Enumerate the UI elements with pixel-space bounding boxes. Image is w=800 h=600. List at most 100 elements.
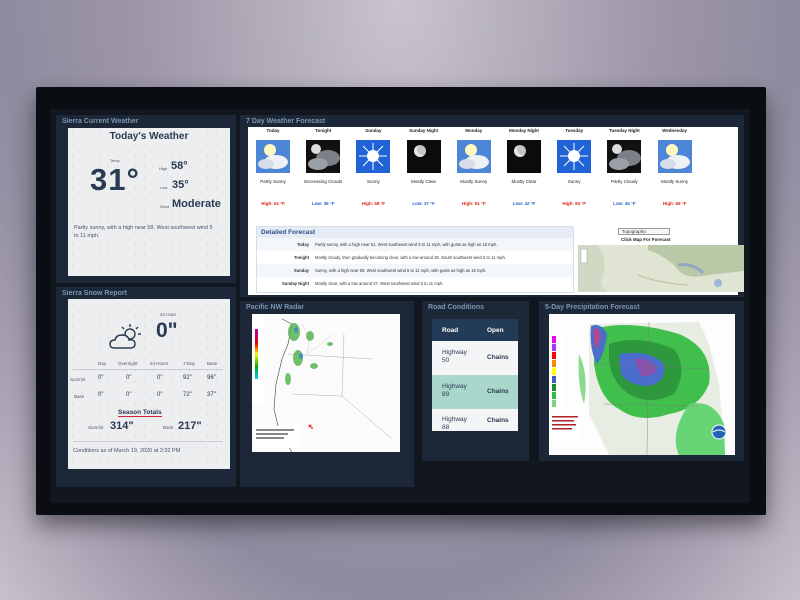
season-summit-label: Summit	[88, 425, 104, 430]
forecast-day-temp: Low: 36 °F	[311, 201, 335, 206]
detailed-day: Sunday	[293, 268, 309, 273]
forecast-day[interactable]: Tuesday Sunny High: 60 °F	[549, 127, 599, 206]
today-weather-card: Today's Weather Temp 31° High 58° Low 35…	[68, 128, 230, 276]
summit-base: 96"	[207, 375, 216, 381]
today-weather-title: Today's Weather	[109, 131, 189, 142]
forecast-day-name: Tonight	[315, 128, 332, 133]
summit-overnight: 0"	[126, 375, 132, 381]
sunny-icon	[356, 140, 391, 173]
detailed-forecast-rows: Today Partly sunny, with a high near 61. …	[257, 238, 573, 290]
partly-cloudy-icon	[109, 324, 141, 349]
forecast-day[interactable]: Sunday Night Mostly Clear Low: 37 °F	[399, 127, 449, 206]
forecast-day[interactable]: Sunday Sunny High: 58 °F	[348, 127, 398, 206]
detailed-text: Mostly clear, with a low around 37. West…	[315, 281, 444, 286]
panel-title: Pacific NW Radar	[246, 304, 304, 311]
radar-map[interactable]	[252, 314, 400, 452]
forecast-day[interactable]: Monday Mostly Sunny High: 51 °F	[449, 127, 499, 206]
row-label-base: Base	[74, 394, 85, 399]
table-row[interactable]: Highway 88 Chains	[432, 409, 518, 431]
divider	[73, 369, 223, 370]
road-conditions-panel: Road Conditions Road Open Highway 50 Cha…	[422, 301, 529, 461]
detailed-forecast-row: Today Partly sunny, with a high near 61. …	[257, 238, 573, 251]
dashboard-screen: Sierra Current Weather Today's Weather T…	[50, 109, 750, 503]
season-base-label: Base	[163, 425, 174, 430]
base-overnight: 0"	[126, 392, 132, 398]
detailed-forecast-row: Tonight Mostly cloudy, then gradually bec…	[257, 251, 573, 264]
forecast-panel: 7 Day Weather Forecast Today Partly Sunny…	[240, 115, 744, 297]
map-type-select[interactable]: Topographic	[618, 228, 670, 235]
conditions-timestamp: Conditions as of March 19, 2020 at 2:32 …	[73, 448, 181, 454]
night-cloudy-icon	[607, 140, 642, 173]
forecast-day-temp: Low: 42 °F	[512, 201, 536, 206]
snow-col-24h: 24 Hours	[150, 361, 169, 366]
forecast-day-name: Wednesday	[662, 128, 688, 133]
panel-title: 7 Day Weather Forecast	[246, 118, 326, 125]
forecast-day-name: Sunday	[365, 128, 382, 133]
forecast-day-name: Sunday Night	[409, 128, 439, 133]
base-day: 0"	[98, 392, 104, 398]
current-temp: 31°	[90, 162, 140, 197]
road-name: Highway 50	[442, 349, 467, 364]
detailed-forecast-row: Sunday Night Mostly clear, with a low aro…	[257, 277, 573, 290]
forecast-day[interactable]: Monday Night Mostly Clear Low: 42 °F	[499, 127, 549, 206]
partly-sunny-icon	[657, 140, 692, 173]
detailed-text: Mostly cloudy, then gradually becoming c…	[315, 255, 506, 260]
forecast-day-temp: Low: 37 °F	[412, 201, 435, 206]
forecast-day-temp: High: 65 °F	[662, 201, 687, 206]
forecast-day-name: Tuesday	[565, 128, 584, 133]
map-caption: Click Map For Forecast	[621, 237, 671, 242]
precipitation-image	[549, 314, 735, 455]
forecast-day[interactable]: Tonight Decreasing Clouds Low: 36 °F	[298, 127, 348, 206]
detailed-text: Partly sunny, with a high near 61. West …	[315, 242, 498, 247]
snow-col-overnight: Overnight	[118, 361, 138, 366]
base-base: 37"	[207, 392, 216, 398]
partly-sunny-icon	[456, 140, 491, 173]
detailed-forecast-box: Detailed Forecast Today Partly sunny, wit…	[256, 226, 574, 293]
hours-snow-value: 0"	[156, 319, 178, 342]
today-description: Partly sunny, with a high near 58. West …	[74, 225, 213, 239]
forecast-card[interactable]: Today Partly Sunny High: 61 °F Tonight Decre…	[248, 127, 744, 295]
sunny-icon	[557, 140, 592, 173]
road-status: Chains	[487, 388, 509, 395]
forecast-map[interactable]	[578, 245, 744, 292]
current-weather-panel: Sierra Current Weather Today's Weather T…	[56, 115, 236, 283]
summit-7day: 92"	[183, 375, 192, 381]
forecast-day[interactable]: Tuesday Night Partly Cloudy Low: 45 °F	[599, 127, 649, 206]
moon-icon	[507, 140, 541, 173]
table-row[interactable]: Highway 89 Chains	[432, 375, 518, 409]
forecast-day-desc: Mostly Clear	[511, 179, 537, 184]
road-name: Highway 88	[442, 416, 467, 431]
partly-sunny-icon	[256, 140, 290, 173]
snow-report-panel: Sierra Snow Report 24 Hour 0" Day Overni…	[56, 287, 236, 487]
forecast-day[interactable]: Wednesday Mostly Sunny High: 65 °F	[650, 127, 700, 206]
summit-day: 0"	[98, 375, 104, 381]
detailed-text: Sunny, with a high near 58. West southwe…	[315, 268, 487, 273]
detailed-forecast-title: Detailed Forecast	[257, 227, 573, 238]
forecast-day-temp: High: 58 °F	[361, 201, 386, 206]
forecast-day-temp: Low: 45 °F	[613, 201, 636, 206]
table-row[interactable]: Highway 50 Chains	[432, 341, 518, 375]
col-open: Open	[487, 327, 504, 334]
detailed-forecast-row: Sunday Sunny, with a high near 58. West s…	[257, 264, 573, 277]
wind-label: Wind	[160, 204, 170, 209]
road-status: Chains	[487, 417, 509, 424]
forecast-day[interactable]: Today Partly Sunny High: 61 °F	[248, 127, 298, 206]
forecast-day-desc: Mostly Sunny	[460, 179, 488, 184]
precip-map[interactable]	[549, 314, 735, 455]
night-cloudy-icon	[306, 140, 341, 173]
detailed-day: Today	[296, 242, 309, 247]
forecast-day-desc: Mostly Sunny	[661, 179, 689, 184]
forecast-day-temp: High: 60 °F	[562, 201, 586, 206]
base-24h: 0"	[157, 392, 163, 398]
forecast-day-desc: Sunny	[367, 179, 380, 184]
season-totals-title: Season Totals	[118, 409, 162, 417]
radar-image	[252, 314, 400, 452]
panel-title: Sierra Current Weather	[62, 118, 139, 125]
row-label-summit: Summit	[70, 377, 86, 382]
monitor-frame: Sierra Current Weather Today's Weather T…	[36, 87, 766, 515]
high-temp: 58°	[171, 160, 188, 172]
forecast-day-temp: High: 51 °F	[462, 201, 486, 206]
forecast-day-desc: Decreasing Clouds	[304, 179, 343, 184]
detailed-day: Tonight	[293, 255, 309, 260]
road-status: Chains	[487, 354, 509, 361]
